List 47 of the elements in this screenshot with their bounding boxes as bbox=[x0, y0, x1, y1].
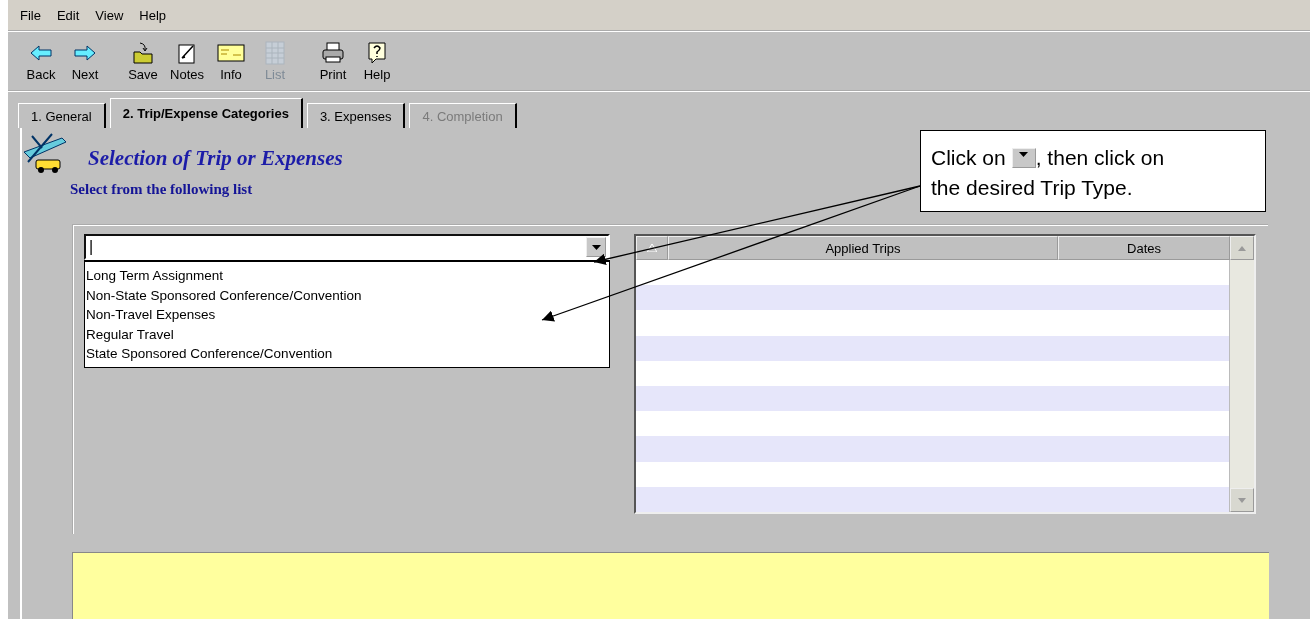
help-icon bbox=[367, 40, 387, 65]
scrollbar[interactable] bbox=[1229, 260, 1254, 512]
folder-icon bbox=[132, 40, 154, 65]
sort-header[interactable] bbox=[636, 236, 668, 260]
column-header[interactable]: Applied Trips bbox=[668, 236, 1058, 260]
save-button[interactable]: Save bbox=[124, 40, 162, 82]
grid-icon bbox=[265, 40, 285, 65]
table-row[interactable] bbox=[636, 335, 1229, 361]
menu-item[interactable]: View bbox=[95, 7, 124, 23]
caret-icon bbox=[591, 244, 601, 250]
table-row[interactable] bbox=[636, 486, 1229, 513]
page-title: Selection of Trip or Expenses bbox=[88, 146, 343, 171]
dropdown-button[interactable] bbox=[586, 237, 606, 257]
table-row[interactable] bbox=[636, 436, 1229, 462]
help-button[interactable]: Help bbox=[358, 40, 396, 82]
next-button[interactable]: Next bbox=[66, 40, 104, 82]
dropdown-option[interactable]: Non-State Sponsored Conference/Convention bbox=[86, 285, 609, 305]
plane-car-icon bbox=[22, 132, 68, 176]
dropdown-option[interactable]: Long Term Assignment bbox=[86, 266, 609, 286]
back-button[interactable]: Back bbox=[22, 40, 60, 82]
callout-text: the desired Trip Type. bbox=[931, 175, 1133, 201]
printer-icon bbox=[321, 40, 345, 65]
scroll-down-button[interactable] bbox=[1230, 488, 1254, 512]
print-button[interactable]: Print bbox=[314, 40, 352, 82]
dropdown-option[interactable]: State Sponsored Conference/Convention bbox=[86, 344, 609, 364]
triangle-icon bbox=[647, 244, 657, 252]
menu-item[interactable]: Help bbox=[139, 7, 167, 23]
callout-text: , then click on bbox=[1035, 145, 1165, 171]
menu-item[interactable]: File bbox=[20, 7, 41, 23]
table-row[interactable] bbox=[636, 386, 1229, 412]
callout-text: Click on bbox=[931, 145, 1006, 171]
info-button[interactable]: Info bbox=[212, 40, 250, 82]
dropdown-option[interactable]: Regular Travel bbox=[86, 324, 609, 344]
table-row[interactable] bbox=[636, 285, 1229, 311]
scroll-up-button[interactable] bbox=[1230, 236, 1254, 260]
up-arrow-icon bbox=[1238, 245, 1246, 251]
tab[interactable]: 2. Trip/Expense Categories bbox=[109, 98, 303, 128]
instruction-text: Select from the following list bbox=[70, 181, 254, 198]
down-arrow-icon bbox=[1238, 497, 1246, 503]
dropdown-option[interactable]: Non-Travel Expenses bbox=[86, 305, 609, 325]
trip-type-dropdown[interactable]: | bbox=[84, 234, 610, 260]
notes-button[interactable]: Notes bbox=[168, 40, 206, 82]
tab[interactable]: 1. General bbox=[18, 103, 106, 128]
menu-item[interactable]: Edit bbox=[56, 7, 80, 23]
column-header[interactable]: Dates bbox=[1058, 236, 1230, 260]
tab[interactable]: 3. Expenses bbox=[306, 103, 406, 128]
dropdown-button-icon bbox=[1011, 148, 1036, 168]
